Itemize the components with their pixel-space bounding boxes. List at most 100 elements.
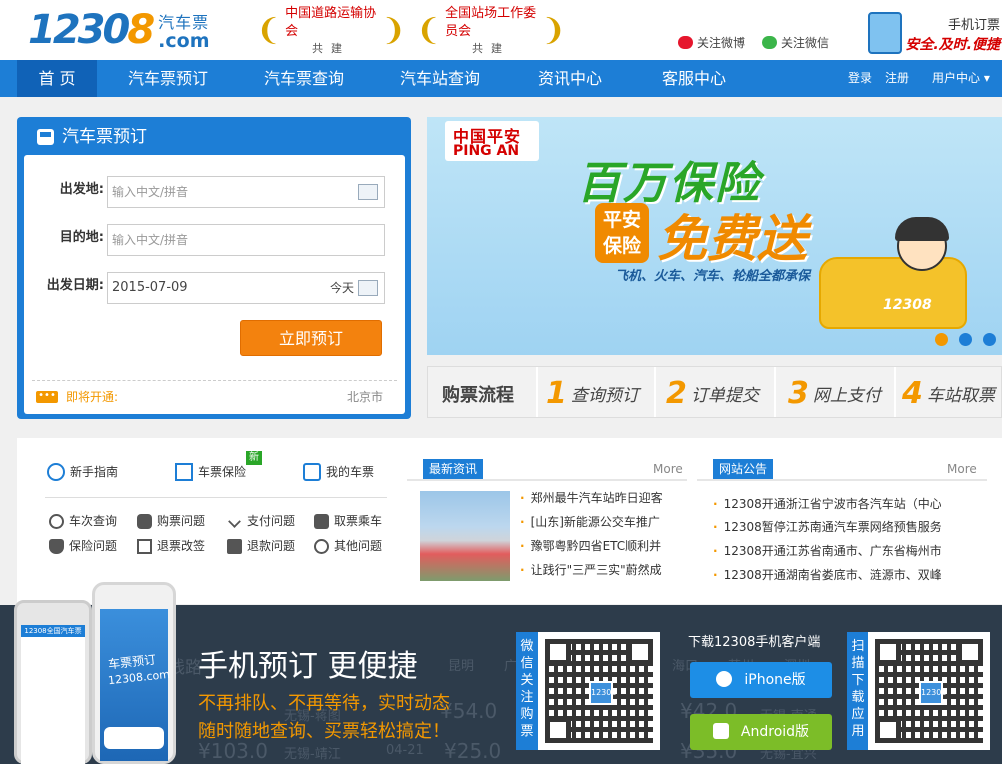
qr-logo: 12308 — [589, 681, 616, 705]
book-now-button[interactable]: 立即预订 — [240, 320, 382, 356]
nav-ticket-booking[interactable]: 汽车票预订 — [112, 60, 224, 97]
promo-line-1: 不再排队、不再等待，实时动态 — [198, 693, 450, 714]
faq-label: 保险问题 — [69, 539, 118, 553]
ghost-text: ¥25.0 — [444, 739, 502, 763]
banner-headline-free: 免费送 — [657, 210, 807, 268]
download-title: 下载12308手机客户端 — [688, 635, 821, 650]
step-text: 车站取票 — [926, 385, 995, 406]
news-item[interactable]: 让践行"三严三实"蔚然成 — [520, 562, 692, 578]
faq-other[interactable]: 其他问题 — [314, 538, 382, 554]
step-number: 1 — [546, 375, 567, 411]
info-section: 新手指南 车票保险 新 我的车票 车次查询 购票问题 支付问题 取票乘车 保险问… — [17, 438, 1002, 604]
follow-weibo-link[interactable]: 关注微博 — [678, 34, 745, 50]
faq-purchase[interactable]: 购票问题 — [137, 513, 205, 529]
news-item[interactable]: [山东]新能源公交车推广 — [520, 514, 692, 530]
apple-icon — [716, 671, 733, 687]
phone-icon — [868, 12, 902, 54]
faq-pickup[interactable]: 取票乘车 — [314, 513, 382, 529]
phone-screen: 12308全国汽车票 — [21, 625, 85, 764]
news-photo[interactable] — [420, 491, 510, 581]
coming-soon-city[interactable]: 北京市 — [347, 388, 383, 405]
news-item[interactable]: 郑州最牛汽车站昨日迎客 — [520, 490, 692, 506]
step-number: 4 — [902, 375, 923, 411]
faq-refund-change[interactable]: 退票改签 — [137, 538, 205, 554]
notice-item[interactable]: 12308暂停江苏南通汽车票网络预售服务 — [713, 519, 941, 535]
booking-form: 出发地: 输入中文/拼音 目的地: 输入中文/拼音 出发日期: 2015-07-… — [24, 155, 405, 414]
booking-title-text: 汽车票预订 — [62, 127, 147, 147]
partner-sub: 共建 — [472, 42, 510, 55]
bus-illustration: 12308 — [819, 257, 967, 329]
weibo-icon — [678, 35, 693, 49]
iphone-download-button[interactable]: iPhone版 — [690, 662, 832, 698]
process-step-4: 4 车站取票 — [902, 373, 995, 413]
nav-news-center[interactable]: 资讯中心 — [522, 60, 618, 97]
notice-item[interactable]: 12308开通江苏省南通市、广东省梅州市 — [713, 543, 941, 559]
chevron-down-icon: ▾ — [983, 71, 990, 85]
divider — [882, 367, 896, 417]
carousel-dot[interactable] — [983, 333, 996, 346]
process-step-2: 2 订单提交 — [666, 373, 759, 413]
calendar-icon[interactable] — [358, 280, 378, 296]
faq-refund-money[interactable]: 退款问题 — [227, 538, 295, 554]
qr-eye — [627, 639, 653, 665]
app-qr-label: 扫描下载应用 — [847, 632, 869, 750]
news-title: 最新资讯 — [423, 459, 484, 479]
more-dots-icon: ••• — [36, 390, 58, 403]
city-picker-icon[interactable] — [358, 184, 378, 200]
clock-icon — [47, 463, 65, 481]
guide-insurance[interactable]: 车票保险 — [175, 463, 246, 481]
pingan-en: PING AN — [453, 143, 520, 159]
notice-item[interactable]: 12308开通浙江省宁波市各汽车站（中心 — [713, 496, 941, 512]
to-input[interactable]: 输入中文/拼音 — [107, 224, 385, 256]
user-center-menu[interactable]: 用户中心 ▾ — [932, 60, 990, 97]
booking-title: 汽车票预订 — [37, 127, 147, 147]
news-more-link[interactable]: More — [653, 462, 683, 476]
carousel-dot[interactable] — [935, 333, 948, 346]
guide-beginner[interactable]: 新手指南 — [47, 463, 118, 481]
insurance-banner[interactable]: 中国平安 PING AN 百万保险 平安保险 免费送 飞机、火车、汽车、轮船全都… — [427, 117, 1002, 355]
ghost-text: 无锡-靖江 — [284, 747, 341, 762]
ghost-text: 04-21 — [386, 743, 424, 758]
notice-more-link[interactable]: More — [947, 462, 977, 476]
faq-schedule-query[interactable]: 车次查询 — [49, 513, 117, 529]
carousel-dot[interactable] — [959, 333, 972, 346]
site-logo[interactable]: 12308 汽车票 .com — [28, 10, 210, 51]
guide-label: 新手指南 — [70, 465, 119, 479]
follow-weibo-label: 关注微博 — [697, 35, 746, 50]
pingan-logo: 中国平安 PING AN — [445, 121, 539, 161]
step-text: 订单提交 — [690, 385, 759, 406]
register-link[interactable]: 注册 — [885, 60, 909, 97]
guide-my-tickets[interactable]: 我的车票 — [303, 463, 374, 481]
promo-line-2: 随时随地查询、买票轻松搞定！ — [198, 721, 450, 742]
nav-ticket-query[interactable]: 汽车票查询 — [248, 60, 360, 97]
date-input[interactable]: 2015-07-09 今天 — [107, 272, 385, 304]
phone-mockup-back: 12308全国汽车票 — [14, 600, 92, 764]
android-download-button[interactable]: Android版 — [690, 714, 832, 750]
site-header: 12308 汽车票 .com ❨ 中国道路运输协会 共建 ❩ ❨ 全国站场工作委员… — [0, 0, 1002, 60]
user-center-label: 用户中心 — [932, 71, 981, 85]
promo-title: 手机预订 更便捷 — [198, 649, 418, 684]
divider — [407, 479, 687, 481]
to-label: 目的地: — [59, 230, 104, 245]
nav-service-center[interactable]: 客服中心 — [646, 60, 742, 97]
qr-eye — [545, 717, 571, 743]
faq-insurance[interactable]: 保险问题 — [49, 538, 117, 554]
camera-icon — [314, 513, 329, 529]
nav-station-query[interactable]: 汽车站查询 — [384, 60, 496, 97]
qr-eye — [875, 639, 901, 665]
faq-payment[interactable]: 支付问题 — [227, 513, 295, 529]
notice-item[interactable]: 12308开通湖南省娄底市、涟源市、双峰 — [713, 567, 941, 583]
mobile-app-link[interactable]: 手机订票 安全.及时.便捷 — [868, 12, 1002, 56]
nav-home[interactable]: 首 页 — [17, 60, 97, 97]
from-input[interactable]: 输入中文/拼音 — [107, 176, 385, 208]
follow-wechat-link[interactable]: 关注微信 — [762, 34, 829, 50]
truck-icon — [227, 538, 242, 554]
login-link[interactable]: 登录 — [848, 60, 872, 97]
date-value: 2015-07-09 — [112, 280, 188, 295]
news-item[interactable]: 豫鄂粤黔四省ETC顺利并 — [520, 538, 692, 554]
qr-logo: 12308 — [919, 681, 946, 705]
banner-tag: 平安保险 — [595, 203, 649, 263]
step-text: 网上支付 — [812, 385, 881, 406]
mobile-promo-slogan: 安全.及时.便捷 — [905, 37, 1000, 53]
bus-brand: 12308 — [883, 297, 932, 313]
